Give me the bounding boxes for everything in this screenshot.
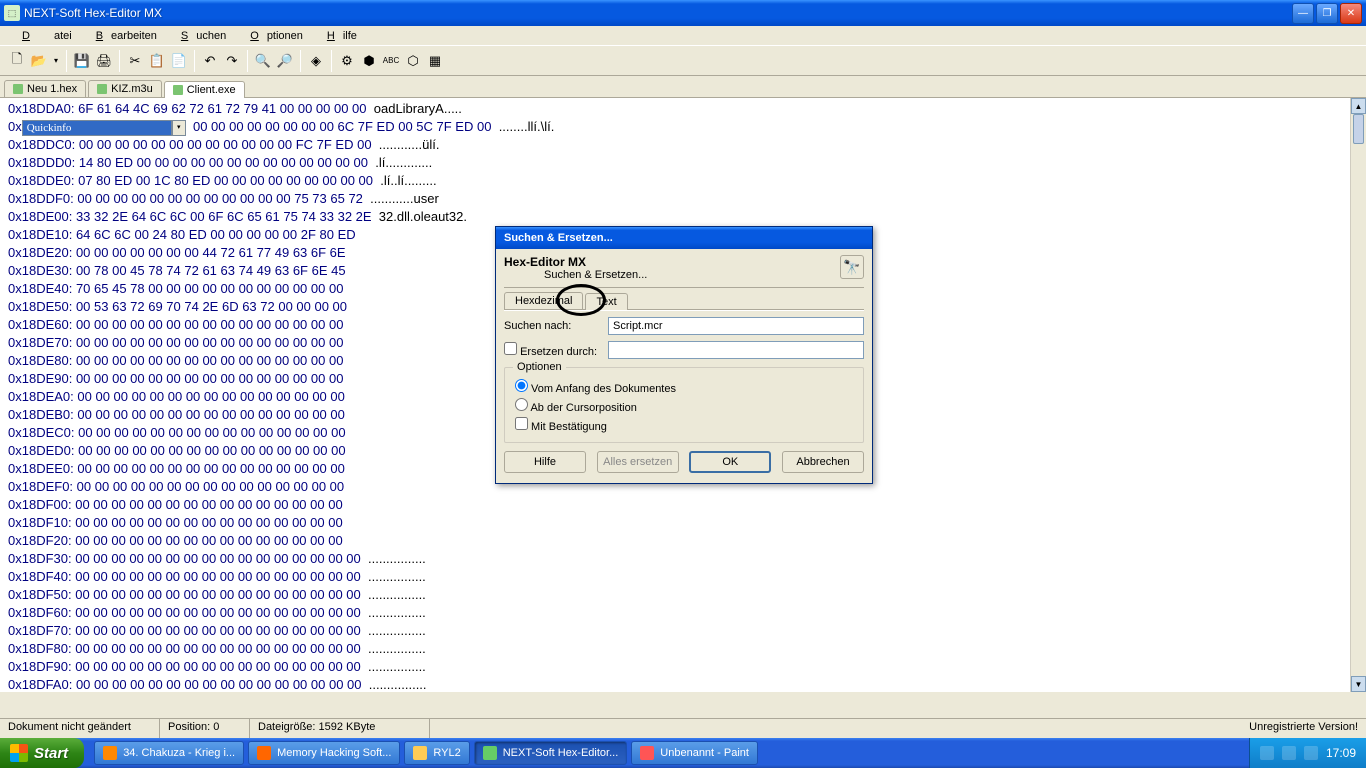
replace-all-button[interactable]: Alles ersetzen — [597, 451, 679, 473]
find-icon[interactable]: 🔍 — [252, 50, 274, 72]
search-label: Suchen nach: — [504, 320, 600, 332]
tab-text[interactable]: Text — [585, 293, 627, 310]
tool3-icon[interactable]: ABC — [380, 50, 402, 72]
firefox-icon — [257, 746, 271, 760]
dialog-title[interactable]: Suchen & Ersetzen... — [496, 227, 872, 249]
tab-hexdezimal[interactable]: Hexdezimal — [504, 292, 583, 309]
menu-options[interactable]: Optionen — [234, 28, 311, 44]
tray-icon-2[interactable] — [1282, 746, 1296, 760]
open-dropdown-icon[interactable]: ▾ — [50, 50, 62, 72]
search-input[interactable] — [608, 317, 864, 335]
task-hex-editor[interactable]: NEXT-Soft Hex-Editor... — [474, 741, 628, 765]
paste-icon[interactable]: 📄 — [168, 50, 190, 72]
opt-from-start[interactable]: Vom Anfang des Dokumentes — [515, 379, 853, 395]
radio-from-cursor[interactable] — [515, 398, 528, 411]
open-icon[interactable]: 📂 — [28, 50, 50, 72]
cancel-button[interactable]: Abbrechen — [782, 451, 864, 473]
options-legend: Optionen — [513, 361, 566, 373]
app-icon — [483, 746, 497, 760]
menu-bar: Datei Bearbeiten Suchen Optionen Hilfe — [0, 26, 1366, 46]
app-icon: ⬚ — [4, 5, 20, 21]
task-chakuza[interactable]: 34. Chakuza - Krieg i... — [94, 741, 244, 765]
tool2-icon[interactable]: ⬢ — [358, 50, 380, 72]
status-unregistered: Unregistrierte Version! — [1241, 719, 1366, 738]
app-title: NEXT-Soft Hex-Editor MX — [24, 6, 1292, 20]
opt-confirm[interactable]: Mit Bestätigung — [515, 417, 853, 433]
save-icon[interactable]: 💾 — [71, 50, 93, 72]
radio-from-start[interactable] — [515, 379, 528, 392]
search-replace-dialog: Suchen & Ersetzen... Hex-Editor MX Suche… — [495, 226, 873, 484]
status-size: Dateigröße: 1592 KByte — [250, 719, 430, 738]
start-button[interactable]: Start — [0, 738, 84, 768]
task-memory-hacking[interactable]: Memory Hacking Soft... — [248, 741, 400, 765]
bookmark-icon[interactable]: ◈ — [305, 50, 327, 72]
redo-icon[interactable]: ↷ — [221, 50, 243, 72]
check-confirm[interactable] — [515, 417, 528, 430]
file-icon — [13, 84, 23, 94]
close-button[interactable]: ✕ — [1340, 3, 1362, 24]
vertical-scrollbar[interactable]: ▲ ▼ — [1350, 98, 1366, 692]
clock[interactable]: 17:09 — [1326, 746, 1356, 760]
replace-checkbox[interactable] — [504, 342, 517, 355]
dialog-tabs: Hexdezimal Text — [504, 292, 864, 311]
scroll-down-icon[interactable]: ▼ — [1351, 676, 1366, 692]
title-bar: ⬚ NEXT-Soft Hex-Editor MX — ❐ ✕ — [0, 0, 1366, 26]
quickinfo-dropdown-icon[interactable]: ▾ — [172, 120, 186, 136]
file-tabs: Neu 1.hex KIZ.m3u Client.exe — [0, 76, 1366, 98]
menu-file[interactable]: Datei — [6, 28, 80, 44]
tool1-icon[interactable]: ⚙ — [336, 50, 358, 72]
tool4-icon[interactable]: ⬡ — [402, 50, 424, 72]
options-group: Optionen Vom Anfang des Dokumentes Ab de… — [504, 367, 864, 443]
app-icon — [103, 746, 117, 760]
file-icon — [173, 85, 183, 95]
scroll-thumb[interactable] — [1353, 114, 1364, 144]
status-position: Position: 0 — [160, 719, 250, 738]
scroll-up-icon[interactable]: ▲ — [1351, 98, 1366, 114]
folder-icon — [413, 746, 427, 760]
dialog-header-subtitle: Suchen & Ersetzen... — [504, 269, 647, 281]
task-paint[interactable]: Unbenannt - Paint — [631, 741, 758, 765]
file-icon — [97, 84, 107, 94]
status-bar: Dokument nicht geändert Position: 0 Date… — [0, 718, 1366, 738]
tab-neu1[interactable]: Neu 1.hex — [4, 80, 86, 97]
menu-help[interactable]: Hilfe — [311, 28, 365, 44]
tray-icon-1[interactable] — [1260, 746, 1274, 760]
quickinfo-input[interactable] — [22, 120, 172, 136]
toolbar: 🗋 📂 ▾ 💾 🖨 ✂ 📋 📄 ↶ ↷ 🔍 🔎 ◈ ⚙ ⬢ ABC ⬡ ▦ — [0, 46, 1366, 76]
ok-button[interactable]: OK — [689, 451, 771, 473]
task-ryl2[interactable]: RYL2 — [404, 741, 469, 765]
status-modified: Dokument nicht geändert — [0, 719, 160, 738]
copy-icon[interactable]: 📋 — [146, 50, 168, 72]
tool5-icon[interactable]: ▦ — [424, 50, 446, 72]
tab-kiz[interactable]: KIZ.m3u — [88, 80, 162, 97]
tray-icon-3[interactable] — [1304, 746, 1318, 760]
menu-edit[interactable]: Bearbeiten — [80, 28, 165, 44]
binoculars-icon: 🔭 — [840, 255, 864, 279]
dialog-header-title: Hex-Editor MX — [504, 255, 647, 269]
system-tray[interactable]: 17:09 — [1249, 738, 1366, 768]
undo-icon[interactable]: ↶ — [199, 50, 221, 72]
new-icon[interactable]: 🗋 — [6, 50, 28, 72]
cut-icon[interactable]: ✂ — [124, 50, 146, 72]
opt-from-cursor[interactable]: Ab der Cursorposition — [515, 398, 853, 414]
print-icon[interactable]: 🖨 — [93, 50, 115, 72]
replace-input[interactable] — [608, 341, 864, 359]
replace-check-label[interactable]: Ersetzen durch: — [504, 342, 600, 358]
menu-search[interactable]: Suchen — [165, 28, 234, 44]
restore-button[interactable]: ❐ — [1316, 3, 1338, 24]
find-next-icon[interactable]: 🔎 — [274, 50, 296, 72]
minimize-button[interactable]: — — [1292, 3, 1314, 24]
windows-logo-icon — [10, 744, 28, 762]
taskbar: Start 34. Chakuza - Krieg i... Memory Ha… — [0, 738, 1366, 768]
tab-client[interactable]: Client.exe — [164, 81, 245, 98]
help-button[interactable]: Hilfe — [504, 451, 586, 473]
paint-icon — [640, 746, 654, 760]
